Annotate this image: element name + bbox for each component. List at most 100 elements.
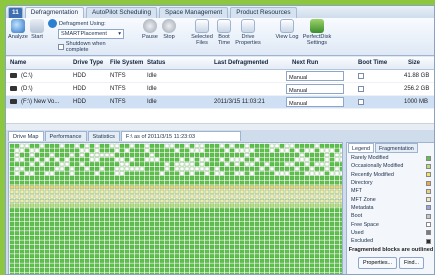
col-status[interactable]: Status [147, 60, 165, 66]
drive-map-block [334, 231, 340, 236]
drive-map-block [189, 226, 195, 231]
drive-map-block [119, 208, 125, 213]
drive-map-block [249, 194, 255, 199]
drive-map-block [139, 212, 145, 217]
drive-map-block [134, 148, 140, 153]
col-size[interactable]: Size [408, 60, 420, 66]
tab-drive-map[interactable]: Drive Map [8, 131, 44, 141]
settings-button[interactable]: PerfectDisk Settings [302, 19, 332, 46]
start-button[interactable]: Start [30, 19, 44, 40]
find-button[interactable]: Find... [399, 256, 425, 269]
col-boot-time[interactable]: Boot Time [358, 60, 387, 66]
boot-time-checkbox[interactable] [358, 99, 364, 105]
drive-map-block [74, 258, 80, 263]
drive-properties-button[interactable]: Drive Properties [235, 19, 261, 46]
drive-map-block [194, 194, 200, 199]
drive-map-block [19, 226, 25, 231]
tab-performance[interactable]: Performance [44, 131, 87, 141]
drive-row[interactable]: (C:\) HDD NTFS Idle Manual 41.88 GB [6, 70, 434, 83]
drive-map-block [249, 180, 255, 185]
drive-map-block [244, 194, 250, 199]
drive-map-block [149, 254, 155, 259]
drive-map-block [279, 208, 285, 213]
drive-map-block [314, 166, 320, 171]
horizontal-scrollbar[interactable] [6, 123, 434, 130]
analyze-button[interactable]: Analyze [8, 19, 28, 40]
legend-item: MFT Zone [347, 195, 434, 203]
boot-time-checkbox[interactable] [358, 86, 364, 92]
drive-map-block [339, 203, 342, 208]
boot-time-checkbox[interactable] [358, 73, 364, 79]
drive-map-block [184, 176, 190, 180]
next-run-select[interactable]: Manual [286, 84, 344, 94]
drive-map-block [269, 235, 275, 240]
col-file-system[interactable]: File System [110, 60, 143, 66]
selected-files-button[interactable]: Selected Files [189, 19, 215, 46]
legend-item: Boot [347, 212, 434, 220]
drive-map-block [49, 176, 55, 180]
drive-map-block [54, 162, 60, 167]
tab-autopilot-scheduling[interactable]: AutoPilot Scheduling [86, 7, 157, 18]
tab-defragmentation[interactable]: Defragmentation [24, 7, 85, 18]
pause-button[interactable]: Pause [142, 19, 158, 40]
drive-map-block [209, 263, 215, 268]
drive-map-block [169, 268, 175, 272]
drive-map-block [104, 240, 110, 245]
drive-map-block [94, 162, 100, 167]
app-menu-button[interactable]: 11 [8, 7, 23, 18]
drive-row-selected[interactable]: (F:\) New Vo... HDD NTFS Idle 2011/3/15 … [6, 96, 434, 109]
drive-map-block [164, 254, 170, 259]
drive-map-block [104, 153, 110, 157]
next-run-select[interactable]: Manual [286, 97, 344, 107]
properties-button[interactable]: Properties... [357, 256, 398, 269]
drive-map-block [224, 249, 230, 254]
next-run-select[interactable]: Manual [286, 71, 344, 81]
drive-map-block [114, 222, 120, 226]
drive-map-block [169, 263, 175, 268]
drive-map-block [24, 231, 30, 236]
drive-map-block [244, 203, 250, 208]
drive-map-block [314, 235, 320, 240]
col-last-defragmented[interactable]: Last Defragmented [214, 60, 268, 66]
tab-legend[interactable]: Legend [348, 143, 374, 153]
drive-map-block [264, 231, 270, 236]
shutdown-checkbox[interactable] [58, 44, 64, 50]
drive-map-block [119, 176, 125, 180]
drive-map-block [279, 263, 285, 268]
drive-row[interactable]: (D:\) HDD NTFS Idle Manual 256.2 GB [6, 83, 434, 96]
drive-map-block [94, 217, 100, 222]
boot-time-button[interactable]: Boot Time [215, 19, 233, 46]
drive-map-block [39, 208, 45, 213]
drive-map-block [149, 245, 155, 249]
drive-map-block [24, 254, 30, 259]
drive-map-block [284, 268, 290, 272]
defrag-method-select[interactable]: SMARTPlacement ▾ [58, 29, 124, 39]
drive-map-block [334, 185, 340, 190]
drive-map-block [104, 226, 110, 231]
col-name[interactable]: Name [10, 60, 26, 66]
tab-fragmentation[interactable]: Fragmentation [375, 143, 418, 153]
tab-product-resources[interactable]: Product Resources [230, 7, 297, 18]
drive-map-block [159, 176, 165, 180]
drive-map-block [269, 217, 275, 222]
drive-map-block [264, 222, 270, 226]
drive-map-block [274, 189, 280, 194]
tab-space-management[interactable]: Space Management [159, 7, 229, 18]
col-next-run[interactable]: Next Run [292, 60, 318, 66]
stop-button[interactable]: Stop [162, 19, 176, 40]
view-log-button[interactable]: View Log [274, 19, 300, 40]
drive-map-block [174, 245, 180, 249]
drive-map-block [14, 185, 20, 190]
drive-map-block [239, 176, 245, 180]
drive-map-block [24, 162, 30, 167]
drive-map-block [204, 240, 210, 245]
drive-map-block [59, 217, 65, 222]
drive-map-block [29, 162, 35, 167]
drive-map-block [274, 166, 280, 171]
col-drive-type[interactable]: Drive Type [73, 60, 103, 66]
drive-map-block [309, 254, 315, 259]
drive-map-block [299, 171, 305, 176]
tab-statistics[interactable]: Statistics [87, 131, 120, 141]
chevron-down-icon: ▾ [118, 31, 121, 37]
drive-detail-panel: Drive Map Performance Statistics F:\ as … [6, 130, 434, 274]
